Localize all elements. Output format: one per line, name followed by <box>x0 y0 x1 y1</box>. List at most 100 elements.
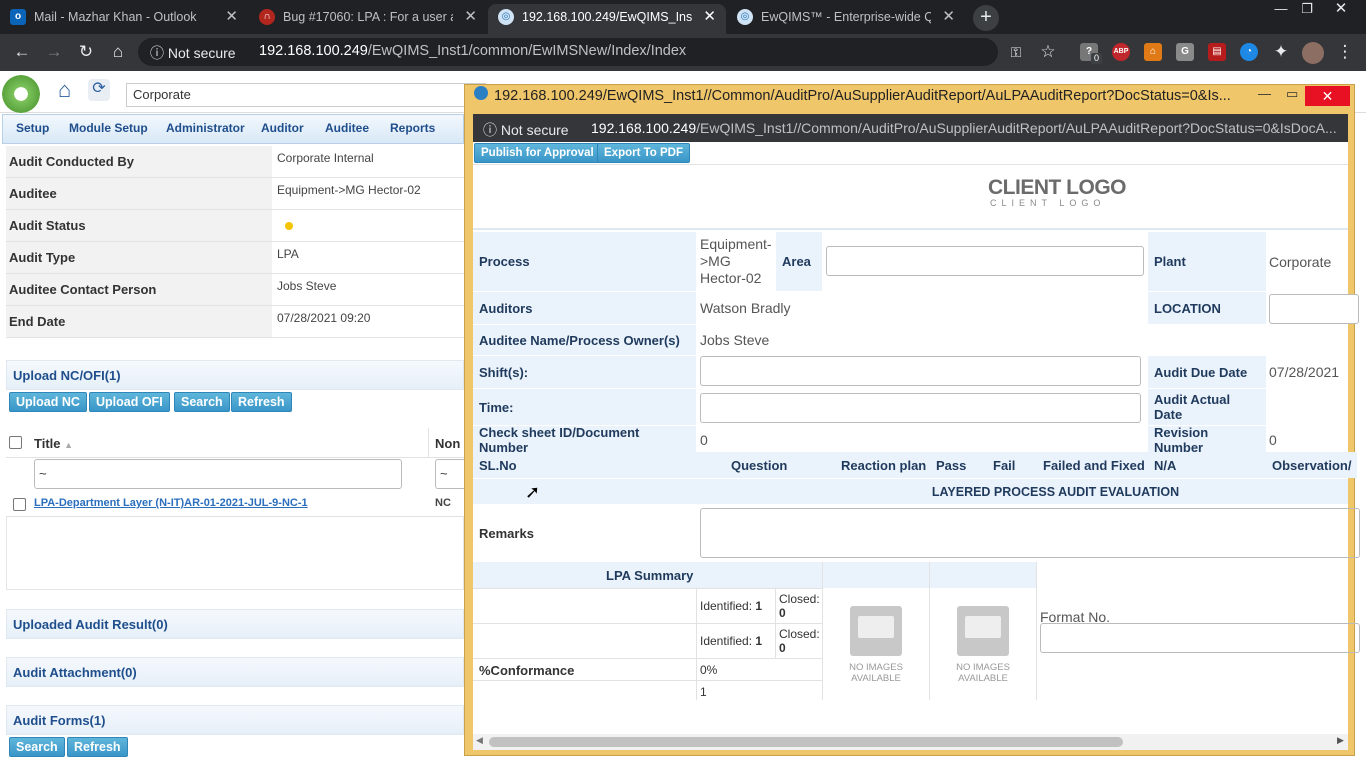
close-window-icon[interactable]: ✕ <box>1326 0 1356 20</box>
not-secure-indicator[interactable]: ⓘ Not secure <box>150 43 236 63</box>
detail-row: Audit Type LPA <box>6 242 464 274</box>
chart-extension-icon[interactable]: ◔ <box>1240 43 1258 61</box>
plant-select[interactable]: Corporate <box>126 83 486 107</box>
browser-tab-ewqims[interactable]: ◎ EwQIMS™ - Enterprise-wide Qua ✕ <box>727 4 965 34</box>
home-icon[interactable]: ⌂ <box>58 79 82 103</box>
menu-administrator[interactable]: Administrator <box>166 121 245 135</box>
detail-value: Equipment->MG Hector-02 <box>277 183 421 197</box>
actual-date-label: Audit Actual Date <box>1148 389 1266 425</box>
popup-address-bar: ⓘ Not secure 192.168.100.249/EwQIMS_Inst… <box>473 114 1348 142</box>
menu-reports[interactable]: Reports <box>390 121 435 135</box>
format-no-input[interactable] <box>1040 623 1360 653</box>
nc-title-link[interactable]: LPA-Department Layer (N-IT)AR-01-2021-JU… <box>34 497 308 509</box>
scroll-left-icon[interactable]: ◀ <box>476 735 483 746</box>
remarks-label: Remarks <box>473 505 696 561</box>
uploaded-result-header[interactable]: Uploaded Audit Result(0) <box>6 609 464 639</box>
reload-icon[interactable]: ↻ <box>75 42 97 64</box>
close-icon[interactable]: ✕ <box>703 4 716 30</box>
info-icon: ⓘ <box>150 45 164 61</box>
menu-setup[interactable]: Setup <box>16 121 49 135</box>
browser-tab-bug[interactable]: ∩ Bug #17060: LPA : For a user afte ✕ <box>249 4 487 34</box>
scrollbar-thumb[interactable] <box>489 737 1123 747</box>
col-fail: Fail <box>987 452 1022 478</box>
detail-value: LPA <box>277 247 299 261</box>
detail-value <box>276 210 294 241</box>
revision-label: Revision Number <box>1148 425 1266 455</box>
pdf-icon[interactable]: ▤ <box>1208 43 1226 61</box>
location-label: LOCATION <box>1148 292 1266 324</box>
shopping-icon[interactable]: ⌂ <box>1144 43 1162 61</box>
due-date-label: Audit Due Date <box>1148 356 1266 388</box>
menu-auditor[interactable]: Auditor <box>261 121 304 135</box>
detail-value: 07/28/2021 09:20 <box>277 311 371 325</box>
time-input[interactable] <box>700 393 1141 423</box>
back-icon[interactable]: ← <box>11 42 33 64</box>
upload-ofi-button[interactable]: Upload OFI <box>89 392 170 412</box>
remarks-textarea[interactable] <box>700 508 1360 558</box>
plant-value: Corporate <box>1266 232 1348 291</box>
export-to-pdf-button[interactable]: Export To PDF <box>597 143 691 163</box>
new-tab-button[interactable]: + <box>973 5 999 31</box>
close-icon[interactable]: ✕ <box>464 4 477 30</box>
popup-minimize-icon[interactable]: — <box>1258 86 1271 101</box>
upload-nc-button[interactable]: Upload NC <box>9 392 87 412</box>
not-secure-indicator[interactable]: ⓘ Not secure <box>483 120 569 140</box>
popup-maximize-icon[interactable]: ▭ <box>1286 86 1298 102</box>
image-placeholder-icon <box>957 606 1009 656</box>
browser-tab-outlook[interactable]: o Mail - Mazhar Khan - Outlook ✕ <box>0 4 248 34</box>
menu-auditee[interactable]: Auditee <box>325 121 369 135</box>
star-icon[interactable]: ☆ <box>1037 42 1059 64</box>
restore-icon[interactable]: ❐ <box>1292 0 1322 20</box>
area-input[interactable] <box>826 246 1144 276</box>
due-date-value: 07/28/2021 <box>1266 356 1348 388</box>
row-checkbox[interactable] <box>13 498 26 511</box>
audit-forms-header[interactable]: Audit Forms(1) <box>6 705 464 735</box>
column-title[interactable]: Title ▲ <box>34 436 73 451</box>
title-filter-input[interactable]: ~ <box>34 459 402 489</box>
detail-label: Audit Conducted By <box>6 146 272 177</box>
scroll-right-icon[interactable]: ▶ <box>1337 735 1344 746</box>
detail-value: Jobs Steve <box>277 279 337 293</box>
detail-label: Audit Type <box>6 242 272 273</box>
refresh-icon[interactable]: ⟳ <box>88 79 110 101</box>
key-icon[interactable]: ⚿ <box>1005 42 1027 64</box>
revision-value: 0 <box>1266 426 1348 453</box>
conformance-value: 0% <box>700 663 718 677</box>
forms-refresh-button[interactable]: Refresh <box>67 737 128 757</box>
divider <box>1036 562 1037 700</box>
sort-icon: ▲ <box>64 440 74 450</box>
upload-nc-header[interactable]: Upload NC/OFI(1) <box>6 360 464 390</box>
checksheet-value: 0 <box>697 426 1147 453</box>
select-all-checkbox[interactable] <box>9 436 22 449</box>
col-reaction-plan: Reaction plan <box>835 452 933 478</box>
location-input[interactable] <box>1269 294 1359 324</box>
forward-icon[interactable]: → <box>43 42 65 64</box>
menu-icon[interactable]: ⋮ <box>1334 42 1356 64</box>
publish-for-approval-button[interactable]: Publish for Approval <box>474 143 601 163</box>
popup-title-bar: 192.168.100.249/EwQIMS_Inst1//Common/Aud… <box>472 86 1348 112</box>
refresh-button[interactable]: Refresh <box>231 392 292 412</box>
column-non[interactable]: Non <box>435 436 460 451</box>
address-bar[interactable]: ⓘ Not secure 192.168.100.249/EwQIMS_Inst… <box>138 38 998 66</box>
home-icon[interactable]: ⌂ <box>107 42 129 64</box>
popup-close-icon[interactable]: ✕ <box>1305 86 1350 106</box>
profile-avatar[interactable] <box>1302 42 1324 64</box>
forms-search-button[interactable]: Search <box>9 737 65 757</box>
attachment-header[interactable]: Audit Attachment(0) <box>6 657 464 687</box>
ewqims-icon <box>474 86 488 100</box>
close-icon[interactable]: ✕ <box>225 4 238 30</box>
adblock-icon[interactable]: ABP <box>1112 43 1130 61</box>
browser-tab-active[interactable]: ◎ 192.168.100.249/EwQIMS_Inst1/c ✕ <box>488 4 726 34</box>
search-button[interactable]: Search <box>174 392 230 412</box>
grammar-icon[interactable]: G <box>1176 43 1194 61</box>
process-label: Process <box>473 232 696 291</box>
shift-input[interactable] <box>700 356 1141 386</box>
report-header <box>473 164 1348 230</box>
ewqims-icon: ◎ <box>737 9 753 25</box>
close-icon[interactable]: ✕ <box>942 4 955 30</box>
menu-module-setup[interactable]: Module Setup <box>69 121 148 135</box>
puzzle-icon[interactable]: ✦ <box>1270 42 1292 64</box>
divider <box>473 680 823 681</box>
non-filter-input[interactable]: ~ <box>435 459 465 489</box>
no-images-placeholder: NO IMAGES AVAILABLE <box>951 606 1015 684</box>
